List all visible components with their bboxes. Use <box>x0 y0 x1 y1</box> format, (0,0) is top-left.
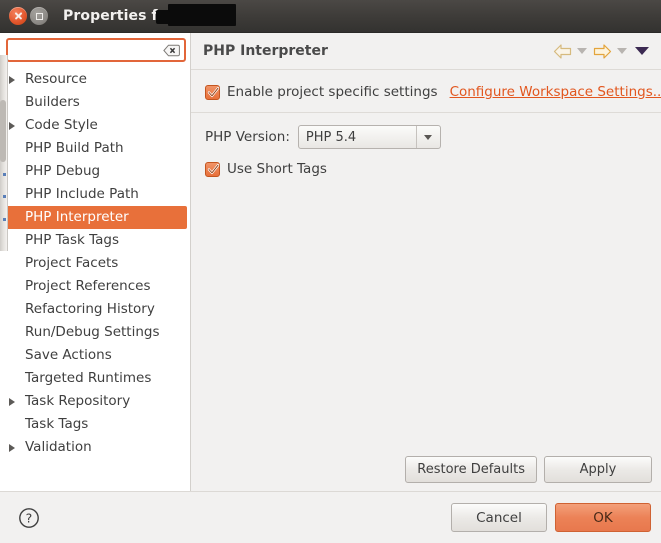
tree-item-php-build-path[interactable]: PHP Build Path <box>0 137 190 160</box>
window-controls <box>0 7 48 25</box>
configure-workspace-settings-link[interactable]: Configure Workspace Settings... <box>450 84 661 100</box>
tree-item-task-tags[interactable]: Task Tags <box>0 413 190 436</box>
settings-content-pane: PHP Interpreter Enable project specific … <box>191 33 661 491</box>
settings-tree-pane: Resource Builders Code Style PHP Build P… <box>0 33 191 491</box>
panel-content: Enable project specific settings Configu… <box>191 70 661 491</box>
tree-item-code-style[interactable]: Code Style <box>0 114 190 137</box>
use-short-tags-row: Use Short Tags <box>205 159 661 179</box>
help-icon[interactable]: ? <box>18 507 40 529</box>
php-version-select[interactable]: PHP 5.4 <box>297 125 441 149</box>
tree-item-php-include-path[interactable]: PHP Include Path <box>0 183 190 206</box>
filter-row <box>0 38 190 62</box>
expand-arrow-icon[interactable] <box>9 122 25 130</box>
tree-item-label: Validation <box>25 438 92 455</box>
tree-item-label: Task Repository <box>25 392 131 409</box>
restore-defaults-button[interactable]: Restore Defaults <box>405 456 537 483</box>
tree-item-label: Refactoring History <box>25 300 155 317</box>
panel-action-buttons: Restore Defaults Apply <box>405 456 652 483</box>
expand-arrow-icon[interactable] <box>9 76 25 84</box>
forward-history-chevron-down-icon[interactable] <box>615 40 629 62</box>
tree-item-save-actions[interactable]: Save Actions <box>0 344 190 367</box>
tree-item-php-interpreter[interactable]: PHP Interpreter <box>0 206 187 229</box>
close-button[interactable] <box>9 7 27 25</box>
forward-arrow-icon[interactable] <box>591 40 613 62</box>
tree-item-resource[interactable]: Resource <box>0 68 190 91</box>
ok-button[interactable]: OK <box>555 503 651 532</box>
tree-item-php-task-tags[interactable]: PHP Task Tags <box>0 229 190 252</box>
dialog-footer: ? Cancel OK <box>0 491 661 543</box>
tree-item-label: Builders <box>25 93 80 110</box>
tree-item-validation[interactable]: Validation <box>0 436 190 459</box>
filter-box[interactable] <box>6 38 186 62</box>
enable-project-specific-row: Enable project specific settings Configu… <box>205 82 661 102</box>
view-menu-icon[interactable] <box>631 40 653 62</box>
clear-text-icon[interactable] <box>163 44 180 57</box>
tree-item-label: Run/Debug Settings <box>25 323 160 340</box>
footer-buttons: Cancel OK <box>451 503 651 532</box>
tree-item-task-repository[interactable]: Task Repository <box>0 390 190 413</box>
enable-project-specific-checkbox[interactable] <box>205 84 220 100</box>
tree-item-targeted-runtimes[interactable]: Targeted Runtimes <box>0 367 190 390</box>
tree-item-run-debug-settings[interactable]: Run/Debug Settings <box>0 321 190 344</box>
php-version-value: PHP 5.4 <box>305 129 357 145</box>
redaction-bar <box>156 4 236 26</box>
chevron-down-icon[interactable] <box>415 126 440 148</box>
tree-scrollbar[interactable] <box>0 55 8 251</box>
svg-text:?: ? <box>26 510 33 525</box>
use-short-tags-checkbox[interactable] <box>205 161 220 177</box>
tree-item-project-facets[interactable]: Project Facets <box>0 252 190 275</box>
expand-arrow-icon[interactable] <box>9 444 25 452</box>
scrollbar-thumb[interactable] <box>0 100 6 162</box>
back-history-chevron-down-icon[interactable] <box>575 40 589 62</box>
back-arrow-icon[interactable] <box>551 40 573 62</box>
search-input[interactable] <box>13 41 163 59</box>
window-titlebar: Properties for ha <box>0 0 661 33</box>
dialog-body: Resource Builders Code Style PHP Build P… <box>0 33 661 491</box>
tree-item-label: PHP Debug <box>25 162 101 179</box>
tree-item-label: Code Style <box>25 116 98 133</box>
tree-item-label: Project References <box>25 277 151 294</box>
tree-item-project-references[interactable]: Project References <box>0 275 190 298</box>
content-divider <box>191 112 661 113</box>
php-version-row: PHP Version: PHP 5.4 <box>205 124 661 150</box>
scroll-marker <box>3 173 6 176</box>
tree-item-label: Save Actions <box>25 346 112 363</box>
page-title: PHP Interpreter <box>203 43 328 59</box>
maximize-button[interactable] <box>30 7 48 25</box>
tree-item-builders[interactable]: Builders <box>0 91 190 114</box>
panel-nav-group <box>551 40 653 62</box>
apply-button[interactable]: Apply <box>544 456 652 483</box>
tree-item-label: PHP Include Path <box>25 185 139 202</box>
panel-header: PHP Interpreter <box>191 33 661 70</box>
tree-item-label: Task Tags <box>25 415 89 432</box>
tree-item-label: Resource <box>25 70 87 87</box>
settings-tree[interactable]: Resource Builders Code Style PHP Build P… <box>0 68 190 491</box>
expand-arrow-icon[interactable] <box>9 398 25 406</box>
scroll-marker <box>3 218 6 221</box>
tree-item-label: Targeted Runtimes <box>25 369 152 386</box>
tree-item-label: PHP Interpreter <box>25 208 129 225</box>
tree-item-label: PHP Build Path <box>25 139 124 156</box>
cancel-button[interactable]: Cancel <box>451 503 547 532</box>
properties-dialog: Properties for ha Resource Builders Code… <box>0 0 661 543</box>
enable-project-specific-label: Enable project specific settings <box>227 84 438 100</box>
use-short-tags-label: Use Short Tags <box>227 161 327 177</box>
tree-item-refactoring-history[interactable]: Refactoring History <box>0 298 190 321</box>
scroll-marker <box>3 195 6 198</box>
php-version-label: PHP Version: <box>205 129 290 145</box>
tree-item-php-debug[interactable]: PHP Debug <box>0 160 190 183</box>
tree-item-label: Project Facets <box>25 254 119 271</box>
tree-item-label: PHP Task Tags <box>25 231 120 248</box>
